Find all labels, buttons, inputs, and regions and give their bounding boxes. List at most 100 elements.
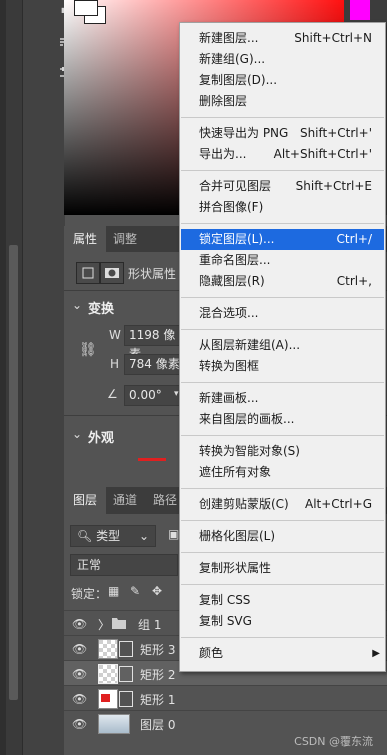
menu-item[interactable]: 重命名图层... — [181, 250, 384, 271]
menu-item[interactable]: 混合选项... — [181, 303, 384, 324]
chevron-down-icon: ⌄ — [138, 529, 149, 543]
foreground-color-swatch[interactable] — [74, 0, 98, 16]
menu-item[interactable]: 拼合图像(F) — [181, 197, 384, 218]
angle-field[interactable]: 0.00° — [124, 385, 180, 406]
layer-thumbnail — [98, 639, 118, 659]
menu-item-shortcut: Alt+Shift+Ctrl+' — [273, 147, 372, 161]
height-label: H — [110, 357, 120, 371]
menu-item-label: 遮住所有对象 — [199, 465, 272, 479]
dock-scrollbar[interactable] — [9, 245, 18, 700]
menu-item[interactable]: 复制 CSS — [181, 590, 384, 611]
tab-adjustments[interactable]: 调整 — [104, 226, 146, 252]
menu-item-label: 转换为图框 — [199, 359, 260, 373]
menu-item[interactable]: 从图层新建组(A)... — [181, 335, 384, 356]
menu-item[interactable]: 复制 SVG — [181, 611, 384, 632]
tab-channels[interactable]: 通道 — [104, 487, 146, 514]
layer-name: 矩形 3 — [140, 643, 176, 657]
appearance-header: 外观 — [88, 431, 115, 446]
menu-item-label: 来自图层的画板... — [199, 412, 295, 426]
menu-item[interactable]: 转换为智能对象(S) — [181, 441, 384, 462]
menu-item-label: 锁定图层(L)... — [199, 232, 275, 246]
layer-name: 组 1 — [138, 618, 162, 632]
shape-properties-label: 形状属性 — [128, 267, 177, 281]
tab-layers[interactable]: 图层 — [64, 487, 107, 514]
menu-separator — [181, 488, 384, 489]
menu-item[interactable]: 栅格化图层(L) — [181, 526, 384, 547]
menu-item[interactable]: 锁定图层(L)... Ctrl+/ — [181, 229, 384, 250]
menu-item[interactable]: 转换为图框 — [181, 356, 384, 377]
menu-item[interactable]: 导出为... Alt+Shift+Ctrl+' — [181, 144, 384, 165]
pixel-mask-button[interactable] — [76, 262, 100, 284]
menu-item-label: 合并可见图层 — [199, 179, 272, 193]
menu-item[interactable]: 隐藏图层(R) Ctrl+, — [181, 271, 384, 292]
menu-separator — [181, 552, 384, 553]
menu-item-shortcut: Shift+Ctrl+N — [294, 31, 372, 45]
menu-item[interactable]: 复制图层(D)... — [181, 70, 384, 91]
menu-item-label: 新建组(G)... — [199, 52, 266, 66]
menu-item-label: 重命名图层... — [199, 253, 271, 267]
lock-paint-icon[interactable]: ✎ — [130, 584, 140, 598]
fill-color-swatch[interactable] — [138, 458, 166, 461]
menu-item-shortcut: Ctrl+/ — [336, 232, 372, 246]
hue-slider[interactable] — [350, 0, 370, 20]
menu-item[interactable]: 快速导出为 PNG Shift+Ctrl+' — [181, 123, 384, 144]
layer-filter-dropdown[interactable]: 🔍︎ 类型 ⌄ — [70, 525, 156, 547]
eye-icon[interactable]: 👁︎ — [72, 617, 87, 631]
menu-item[interactable]: 新建图层... Shift+Ctrl+N — [181, 28, 384, 49]
eye-icon[interactable]: 👁︎ — [72, 642, 87, 656]
menu-item-label: 转换为智能对象(S) — [199, 444, 300, 458]
menu-separator — [181, 637, 384, 638]
menu-item[interactable]: 来自图层的画板... — [181, 409, 384, 430]
menu-item[interactable]: 遮住所有对象 — [181, 462, 384, 483]
link-icon[interactable]: ⛓ — [79, 342, 97, 358]
search-icon: 🔍︎ — [77, 529, 93, 543]
submenu-arrow-icon: ▶ — [372, 648, 380, 659]
lock-label: 锁定： — [71, 587, 108, 601]
layer-row[interactable]: 👁︎ 矩形 1 — [64, 685, 387, 711]
menu-item[interactable]: 新建组(G)... — [181, 49, 384, 70]
menu-separator — [181, 382, 384, 383]
eye-icon[interactable]: 👁︎ — [72, 717, 87, 731]
menu-item[interactable]: 删除图层 — [181, 91, 384, 112]
menu-separator — [181, 297, 384, 298]
lock-move-icon[interactable]: ✥ — [152, 584, 162, 598]
menu-item-shortcut: Alt+Ctrl+G — [304, 497, 372, 511]
menu-item[interactable]: 创建剪贴蒙版(C) Alt+Ctrl+G — [181, 494, 384, 515]
menu-separator — [181, 329, 384, 330]
menu-item-label: 新建图层... — [199, 31, 259, 45]
menu-separator — [181, 584, 384, 585]
menu-item-label: 快速导出为 PNG — [199, 126, 289, 140]
menu-item-label: 复制 SVG — [199, 614, 252, 628]
chevron-down-icon[interactable]: ⌄ — [72, 298, 82, 312]
angle-dropdown-icon[interactable]: ▾ — [174, 389, 179, 399]
transform-header: 变换 — [88, 302, 115, 317]
eye-icon[interactable]: 👁︎ — [72, 667, 87, 681]
image-filter-icon[interactable]: ▣ — [168, 527, 179, 541]
layer-name: 图层 0 — [140, 718, 176, 732]
menu-separator — [181, 117, 384, 118]
expand-icon[interactable]: 〉 — [98, 616, 110, 633]
menu-item-label: 删除图层 — [199, 94, 248, 108]
menu-item-label: 栅格化图层(L) — [199, 529, 276, 543]
lock-transparent-icon[interactable]: ▦ — [108, 584, 119, 598]
layer-name: 矩形 2 — [140, 668, 176, 682]
layer-thumbnail — [98, 714, 130, 734]
menu-item-shortcut: Ctrl+, — [336, 274, 372, 288]
menu-separator — [181, 170, 384, 171]
watermark: CSDN @覆东流 — [294, 735, 373, 748]
vector-mask-icon — [119, 691, 133, 707]
blend-mode-dropdown[interactable]: 正常 — [70, 554, 178, 576]
menu-item[interactable]: 合并可见图层 Shift+Ctrl+E — [181, 176, 384, 197]
menu-item-shortcut: Shift+Ctrl+E — [295, 179, 372, 193]
menu-item[interactable]: 复制形状属性 — [181, 558, 384, 579]
chevron-down-icon[interactable]: ⌄ — [72, 427, 82, 441]
menu-item[interactable]: 颜色 ▶ — [181, 643, 384, 664]
width-field[interactable]: 1198 像素 — [124, 325, 185, 361]
vector-mask-button[interactable] — [100, 262, 124, 284]
tab-properties[interactable]: 属性 — [64, 226, 107, 252]
height-field[interactable]: 784 像素 — [124, 354, 185, 375]
menu-item-label: 颜色 — [199, 646, 224, 660]
menu-item[interactable]: 新建画板... — [181, 388, 384, 409]
menu-item-label: 复制图层(D)... — [199, 73, 278, 87]
eye-icon[interactable]: 👁︎ — [72, 692, 87, 706]
